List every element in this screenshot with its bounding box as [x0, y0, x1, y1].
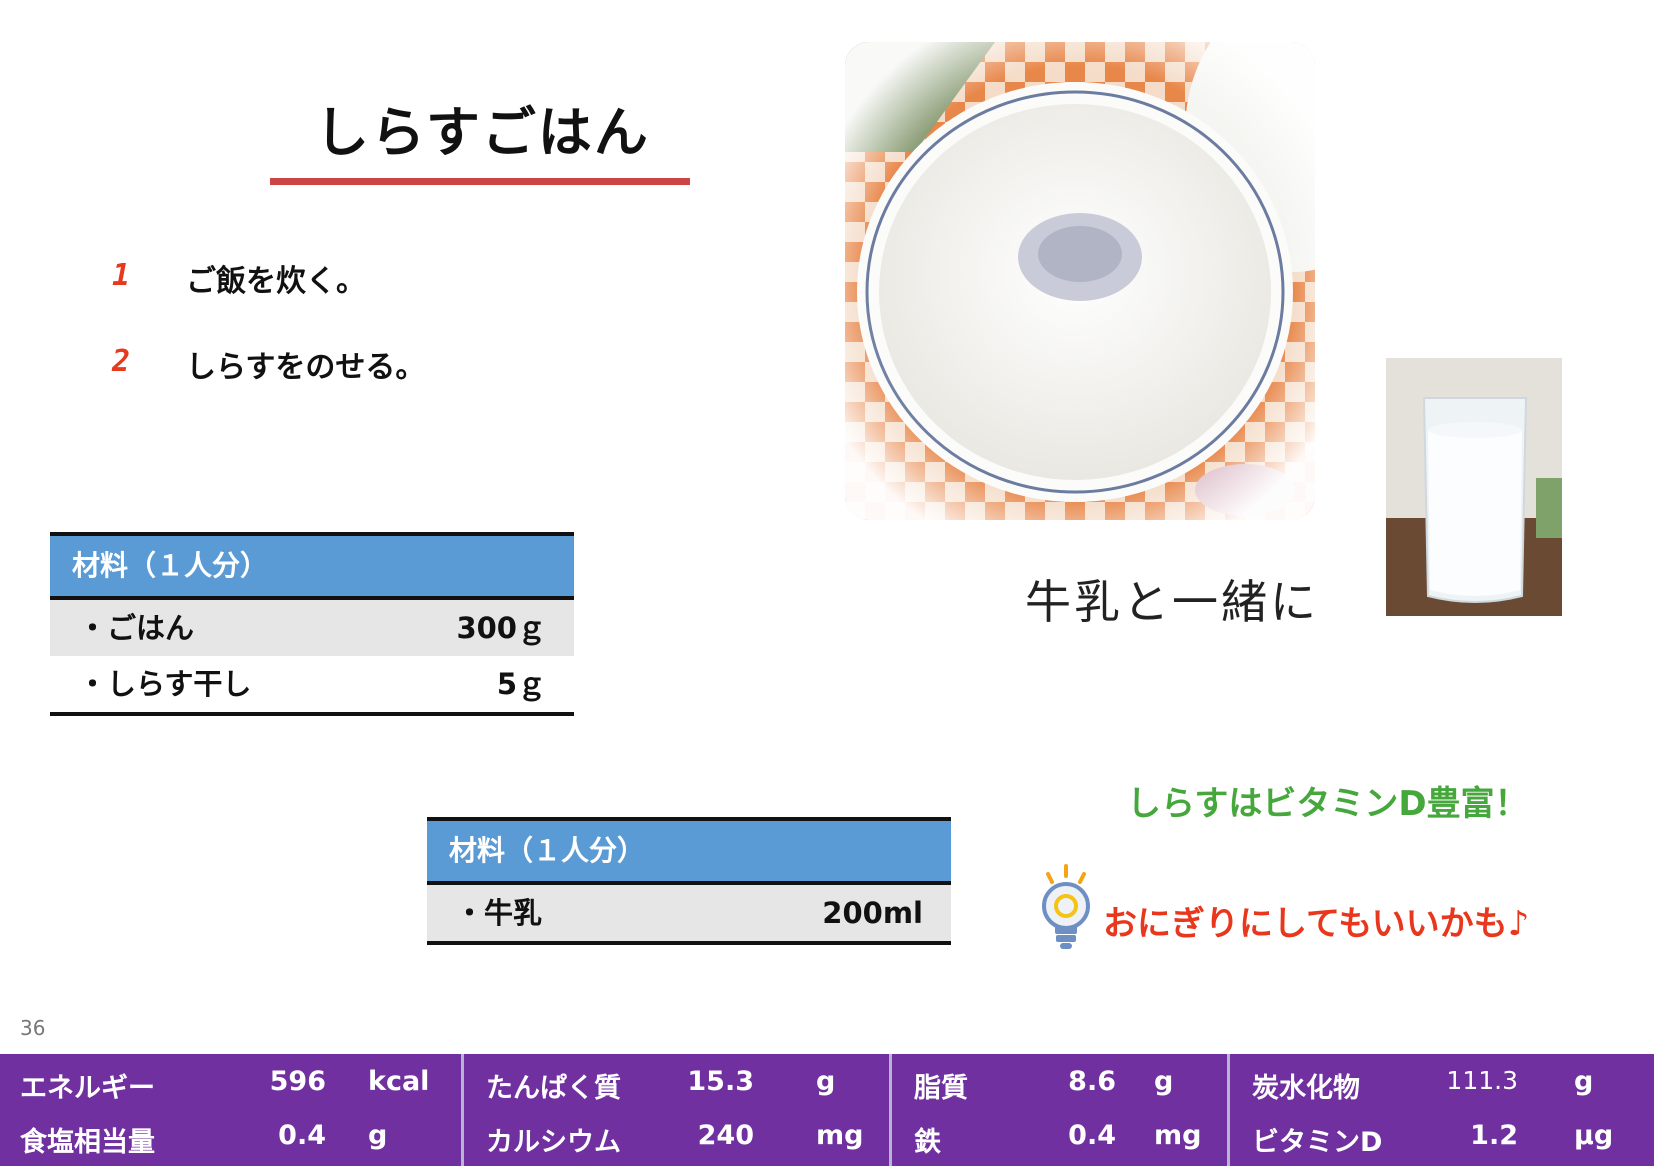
page-number: 36: [20, 1016, 46, 1040]
milk-caption: 牛乳と一緒に: [1025, 575, 1319, 629]
step-2-text: しらすをのせる。: [186, 350, 426, 385]
nutrient-label: ビタミンD: [1252, 1127, 1383, 1158]
ingredient-row: ・ごはん 300ｇ: [50, 600, 574, 656]
nutrient-value: 596: [269, 1066, 326, 1097]
milk-glass-photo: [1386, 358, 1562, 616]
ingredient-amount: 5ｇ: [496, 667, 546, 701]
nutrient-unit: g: [816, 1066, 836, 1097]
nutrient-label: たんぱく質: [486, 1073, 621, 1104]
nutrient-unit: mg: [816, 1120, 864, 1151]
nutrient-value: 15.3: [687, 1066, 754, 1097]
nutrient-value: 8.6: [1068, 1066, 1116, 1097]
nutrient-value: 240: [697, 1120, 754, 1151]
nutrient-label: 食塩相当量: [20, 1127, 155, 1158]
nutrient-unit: g: [1574, 1066, 1594, 1097]
ingredients-table-main: 材料（１人分） ・ごはん 300ｇ ・しらす干し 5ｇ: [50, 532, 574, 716]
ingredient-row: ・しらす干し 5ｇ: [50, 656, 574, 712]
title-underline: [270, 178, 690, 185]
shirasu-rice-photo: [845, 42, 1315, 520]
page-title: しらすごはん: [315, 101, 650, 164]
nutrient-unit: mg: [1154, 1120, 1202, 1151]
lightbulb-icon: [1036, 862, 1096, 954]
nutrition-column: エネルギー 596 kcal 食塩相当量 0.4 g: [0, 1054, 461, 1166]
nutrient-value: 0.4: [278, 1120, 326, 1151]
nutrient-unit: μg: [1574, 1120, 1614, 1151]
ingredients-table-side: 材料（１人分） ・牛乳 200ml: [427, 817, 951, 945]
ingredients-header: 材料（１人分）: [50, 536, 574, 600]
nutrient-label: エネルギー: [20, 1073, 155, 1104]
ingredient-amount: 200ml: [822, 896, 923, 930]
nutrition-column: 炭水化物 111.3 g ビタミンD 1.2 μg: [1227, 1054, 1654, 1166]
onigiri-note: おにぎりにしてもいいかも♪: [1103, 904, 1530, 944]
nutrition-facts-bar: エネルギー 596 kcal 食塩相当量 0.4 g たんぱく質 15.3 g …: [0, 1054, 1654, 1166]
nutrient-unit: g: [368, 1120, 388, 1151]
nutrient-label: 鉄: [914, 1127, 941, 1158]
nutrient-value: 111.3: [1446, 1066, 1518, 1095]
nutrient-unit: kcal: [368, 1066, 430, 1097]
ingredient-amount: 300ｇ: [456, 611, 546, 645]
nutrient-value: 0.4: [1068, 1120, 1116, 1151]
nutrient-value: 1.2: [1470, 1120, 1518, 1151]
ingredients-header: 材料（１人分）: [427, 821, 951, 885]
nutrient-label: 炭水化物: [1252, 1073, 1360, 1104]
nutrition-column: たんぱく質 15.3 g カルシウム 240 mg: [461, 1054, 892, 1166]
step-1-number: 1: [112, 258, 131, 293]
ingredient-name: ・牛乳: [455, 896, 543, 930]
ingredient-name: ・しらす干し: [78, 667, 252, 701]
step-2-number: 2: [112, 344, 131, 379]
nutrient-unit: g: [1154, 1066, 1174, 1097]
ingredient-row: ・牛乳 200ml: [427, 885, 951, 941]
nutrition-column: 脂質 8.6 g 鉄 0.4 mg: [889, 1054, 1230, 1166]
vitamin-d-note: しらすはビタミンD豊富！: [1127, 784, 1529, 824]
step-1-text: ご飯を炊く。: [186, 264, 366, 299]
nutrient-label: カルシウム: [486, 1127, 621, 1158]
ingredient-name: ・ごはん: [78, 611, 195, 645]
nutrient-label: 脂質: [914, 1073, 968, 1104]
